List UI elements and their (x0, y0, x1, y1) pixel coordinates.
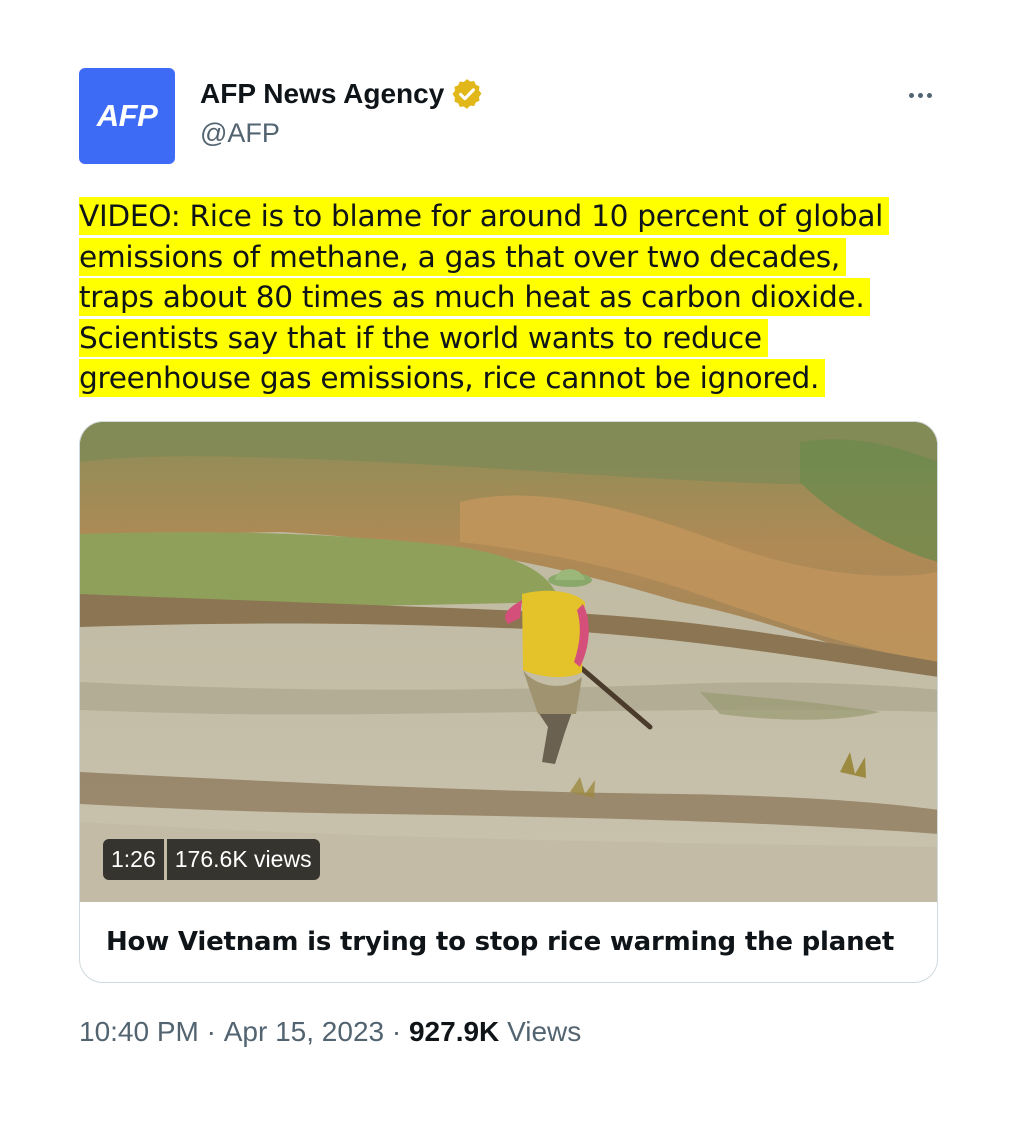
tweet-text-line: Scientists say that if the world wants t… (79, 318, 768, 357)
tweet-time[interactable]: 10:40 PM (79, 1016, 199, 1048)
tweet-text-line: traps about 80 times as much heat as car… (79, 278, 871, 316)
tweet-text-line: emissions of methane, a gas that over tw… (79, 237, 846, 276)
video-view-count: 176.6K views (166, 839, 320, 880)
rice-field-farmer-image (80, 422, 937, 902)
video-info-badge: 1:26 176.6K views (103, 839, 320, 880)
tweet-text: VIDEO: Rice is to blame for around 10 pe… (79, 196, 949, 399)
author-name-text: AFP News Agency (200, 78, 445, 109)
card-title[interactable]: How Vietnam is trying to stop rice warmi… (106, 927, 894, 957)
video-card[interactable]: 1:26 176.6K views How Vietnam is trying … (79, 421, 938, 983)
author-handle[interactable]: @AFP (200, 118, 280, 149)
tweet-text-line: greenhouse gas emissions, rice cannot be… (79, 359, 826, 397)
meta-separator: · (206, 1016, 216, 1047)
video-thumbnail[interactable] (80, 422, 937, 902)
video-duration: 1:26 (103, 839, 164, 880)
tweet-date[interactable]: Apr 15, 2023 (224, 1016, 384, 1048)
tweet-text-line: VIDEO: Rice is to blame for around 10 pe… (79, 197, 890, 235)
author-name[interactable]: AFP News Agency (200, 77, 484, 111)
avatar-logo-text: AFP (96, 98, 158, 133)
tweet-views-count: 927.9K (408, 1016, 500, 1047)
tweet-views-label: Views (507, 1016, 582, 1047)
gold-verified-badge-icon (452, 79, 482, 109)
meta-separator: · (391, 1016, 402, 1047)
more-options-icon[interactable] (900, 80, 940, 110)
author-avatar[interactable]: AFP (79, 68, 175, 164)
tweet-meta: 10:40 PM · Apr 15, 2023 · 927.9K Views (79, 1016, 581, 1048)
